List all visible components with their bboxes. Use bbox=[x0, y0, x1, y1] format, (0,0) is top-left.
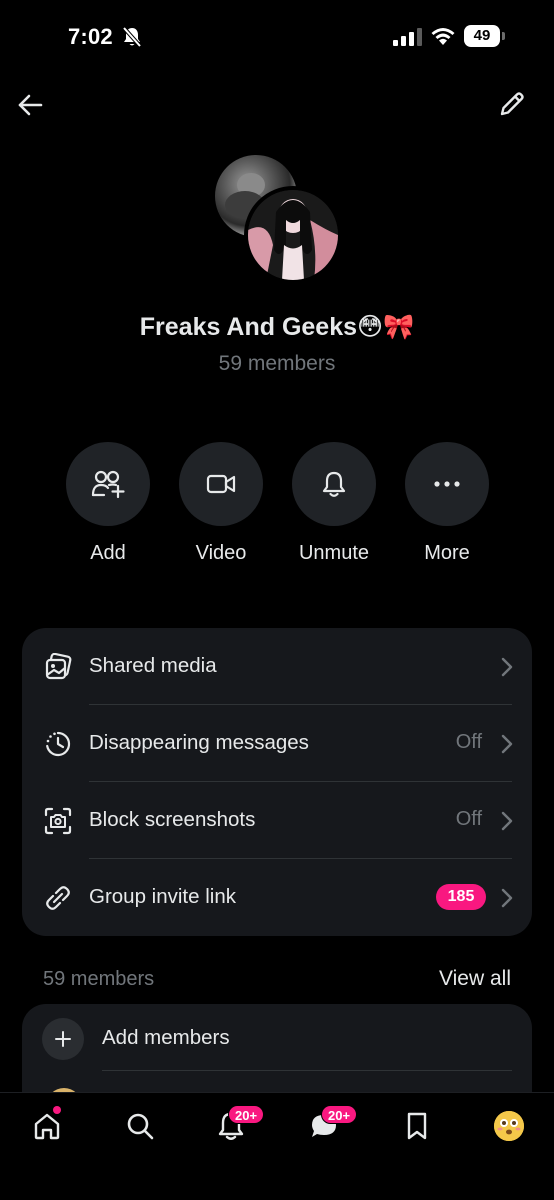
more-action[interactable]: More bbox=[405, 442, 489, 565]
search-icon[interactable] bbox=[125, 1111, 155, 1141]
shared-media-row[interactable]: Shared media bbox=[22, 628, 532, 705]
home-notification-dot bbox=[53, 1106, 61, 1114]
group-title: Freaks And Geeks😳🎀 bbox=[139, 313, 415, 341]
status-time: 7:02 bbox=[68, 24, 113, 49]
group-info-screen: 7:02 49 Freaks And Geeks😳🎀 59 members Ad… bbox=[0, 0, 554, 1200]
status-bar: 7:02 49 bbox=[0, 0, 554, 76]
group-avatar-primary bbox=[244, 186, 342, 284]
group-invite-link-row[interactable]: Group invite link 185 bbox=[22, 859, 532, 936]
block-screenshots-label: Block screenshots bbox=[89, 808, 256, 831]
block-screenshots-value: Off bbox=[455, 808, 482, 830]
add-people-icon bbox=[91, 470, 125, 499]
bookmark-icon[interactable] bbox=[402, 1111, 432, 1141]
block-screenshots-row[interactable]: Block screenshots Off bbox=[22, 782, 532, 859]
gallery-icon bbox=[45, 653, 72, 680]
video-camera-icon bbox=[206, 474, 236, 494]
back-arrow-icon[interactable] bbox=[16, 90, 46, 120]
clock-timer-icon bbox=[46, 731, 71, 757]
invite-count-badge: 185 bbox=[436, 884, 486, 910]
chevron-right-icon bbox=[501, 811, 513, 831]
more-button[interactable] bbox=[405, 442, 489, 526]
shared-media-label: Shared media bbox=[89, 654, 217, 677]
silent-mode-icon bbox=[122, 26, 142, 48]
home-icon[interactable] bbox=[32, 1111, 62, 1141]
bell-icon bbox=[322, 471, 346, 497]
battery-indicator: 49 bbox=[464, 25, 500, 47]
edit-pencil-icon[interactable] bbox=[496, 88, 528, 120]
plus-icon bbox=[55, 1031, 71, 1047]
add-members-label[interactable]: Add members bbox=[102, 1026, 230, 1050]
unmute-button[interactable] bbox=[292, 442, 376, 526]
group-settings-card: Shared media Disappearing messages Off B… bbox=[22, 628, 532, 936]
more-action-label: More bbox=[424, 542, 470, 564]
link-icon bbox=[46, 886, 70, 910]
chevron-right-icon bbox=[501, 888, 513, 908]
disappearing-messages-row[interactable]: Disappearing messages Off bbox=[22, 705, 532, 782]
member-count: 59 members bbox=[218, 352, 336, 375]
messages-badge: 20+ bbox=[321, 1105, 358, 1124]
bottom-navigation-bar: 20+ 20+ bbox=[0, 1092, 554, 1200]
chevron-right-icon bbox=[501, 734, 513, 754]
video-button[interactable] bbox=[179, 442, 263, 526]
video-action[interactable]: Video bbox=[179, 442, 263, 565]
disappearing-messages-label: Disappearing messages bbox=[89, 731, 309, 754]
group-invite-link-label: Group invite link bbox=[89, 885, 236, 908]
wifi-icon bbox=[431, 28, 455, 45]
screenshot-camera-icon bbox=[44, 807, 72, 835]
battery-cap bbox=[502, 32, 505, 40]
add-action[interactable]: Add bbox=[66, 442, 150, 565]
add-button[interactable] bbox=[66, 442, 150, 526]
cellular-signal-icon bbox=[393, 28, 422, 46]
add-members-button[interactable] bbox=[42, 1018, 84, 1060]
view-all-link[interactable]: View all bbox=[439, 967, 511, 991]
chevron-right-icon bbox=[501, 657, 513, 677]
row-divider bbox=[102, 1070, 512, 1071]
more-dots-icon bbox=[434, 481, 460, 487]
unmute-action[interactable]: Unmute bbox=[292, 442, 376, 565]
disappearing-messages-value: Off bbox=[455, 731, 482, 753]
profile-avatar[interactable] bbox=[494, 1111, 524, 1141]
notifications-badge: 20+ bbox=[228, 1105, 265, 1124]
members-section-header: 59 members bbox=[43, 968, 155, 990]
